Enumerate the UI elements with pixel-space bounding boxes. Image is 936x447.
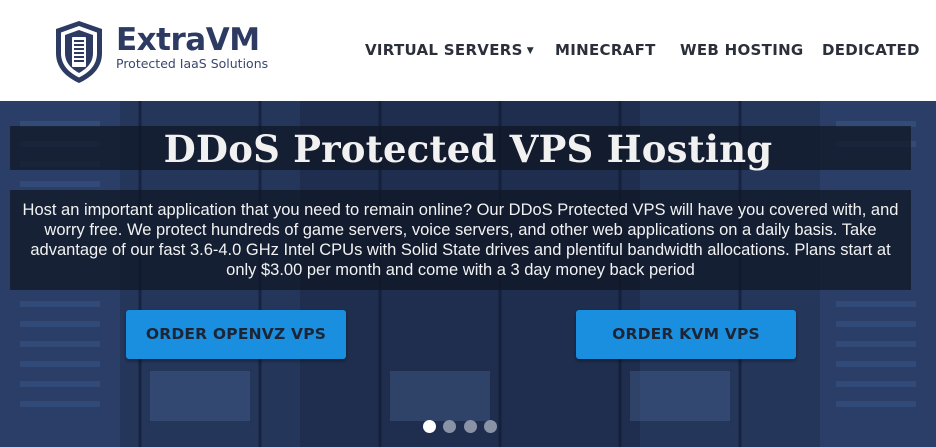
order-kvm-button[interactable]: ORDER KVM VPS xyxy=(576,310,796,359)
slide-dot-2[interactable] xyxy=(443,420,456,433)
order-openvz-button[interactable]: ORDER OPENVZ VPS xyxy=(126,310,346,359)
site-header: ExtraVM Protected IaaS Solutions VIRTUAL… xyxy=(0,0,936,101)
hero-description: Host an important application that you n… xyxy=(22,201,899,279)
main-nav: VIRTUAL SERVERS ▼ MINECRAFT WEB HOSTING D… xyxy=(0,40,936,62)
nav-item-web-hosting[interactable]: WEB HOSTING xyxy=(680,40,804,60)
nav-item-minecraft[interactable]: MINECRAFT xyxy=(555,40,656,60)
hero-title: DDoS Protected VPS Hosting xyxy=(163,127,773,171)
hero-slider: DDoS Protected VPS Hosting Host an impor… xyxy=(0,101,936,447)
slider-pagination xyxy=(423,420,513,436)
slide-dot-1[interactable] xyxy=(423,420,436,433)
nav-item-label: VIRTUAL SERVERS xyxy=(365,41,523,59)
nav-item-virtual-servers[interactable]: VIRTUAL SERVERS ▼ xyxy=(365,40,534,63)
caret-down-icon: ▼ xyxy=(526,46,534,56)
slide-dot-4[interactable] xyxy=(484,420,497,433)
nav-item-dedicated[interactable]: DEDICATED xyxy=(822,40,920,60)
slide-dot-3[interactable] xyxy=(464,420,477,433)
